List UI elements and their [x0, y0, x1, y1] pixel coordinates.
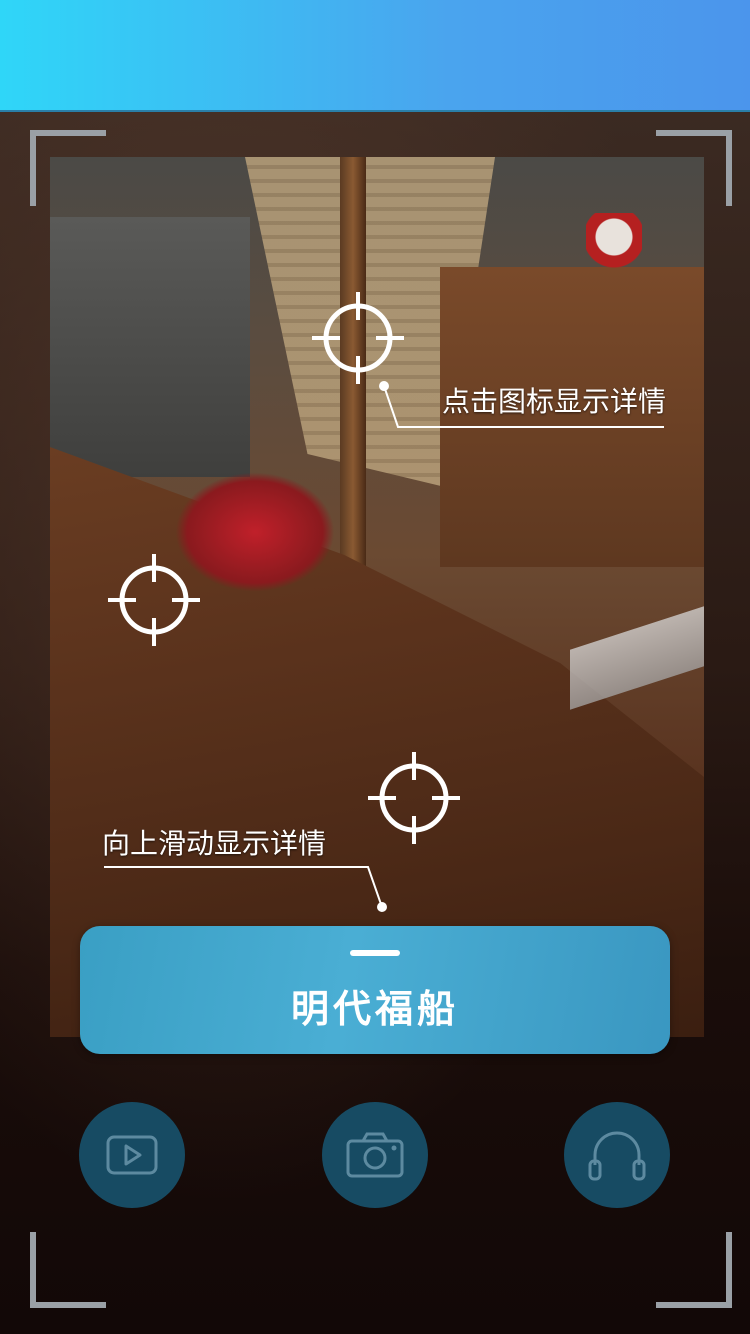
- camera-button[interactable]: [322, 1102, 428, 1208]
- deck-railing: [570, 604, 704, 710]
- play-video-icon: [106, 1135, 158, 1175]
- swipe-up-hint: 向上滑动显示详情: [102, 827, 327, 860]
- hotspot-target-bow[interactable]: [108, 554, 200, 646]
- audio-guide-button[interactable]: [564, 1102, 670, 1208]
- detail-card[interactable]: 明代福船: [80, 926, 670, 1054]
- app-header-bar: [0, 0, 750, 112]
- crosshair-icon: [312, 292, 404, 384]
- background-building: [50, 217, 250, 477]
- scan-frame-corner-top-right: [656, 130, 732, 206]
- camera-icon: [346, 1132, 404, 1178]
- exhibit-title: 明代福船: [290, 987, 459, 1031]
- ship-drum: [586, 213, 642, 273]
- drag-handle[interactable]: [350, 950, 400, 956]
- scan-frame-corner-top-left: [30, 130, 106, 206]
- tap-icon-hint: 点击图标显示详情: [442, 385, 667, 418]
- ship-mast: [340, 157, 366, 617]
- hotspot-target-hull[interactable]: [368, 752, 460, 844]
- scan-frame-corner-bottom-left: [30, 1232, 106, 1308]
- hotspot-target-mast[interactable]: [312, 292, 404, 384]
- headphones-icon: [588, 1131, 646, 1181]
- crosshair-icon: [108, 554, 200, 646]
- video-button[interactable]: [79, 1102, 185, 1208]
- crosshair-icon: [368, 752, 460, 844]
- scan-frame-corner-bottom-right: [656, 1232, 732, 1308]
